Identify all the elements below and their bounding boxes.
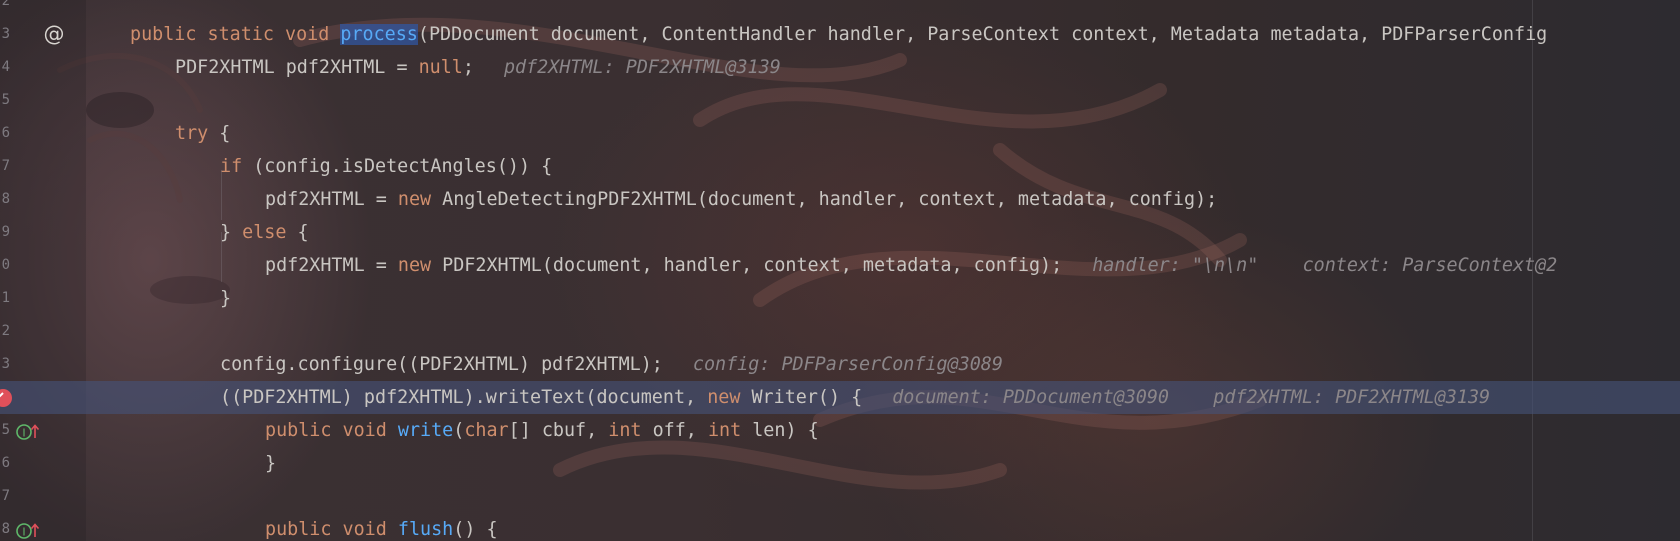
code-line[interactable]: 2 [0, 315, 1680, 348]
code-token: off, [641, 420, 708, 441]
code-token: () { [453, 519, 498, 540]
code-token: config.configure((PDF2XHTML) pdf2XHTML); [220, 354, 663, 375]
indent-guide [221, 232, 222, 282]
code-line[interactable]: 6 try { [0, 117, 1680, 150]
inline-debug-value-hint: document: PDDocument@3090 pdf2XHTML: PDF… [892, 387, 1491, 408]
keyword-token: int [608, 420, 642, 441]
keyword-token: new [397, 189, 432, 210]
code-token: (PDDocument document, ContentHandler han… [417, 24, 1548, 45]
svg-text:I: I [22, 427, 25, 440]
keyword-token: new [397, 255, 432, 276]
current-execution-line[interactable]: ((PDF2XHTML) pdf2XHTML).writeText(docume… [0, 381, 1680, 414]
code-text[interactable]: } else { [220, 216, 309, 249]
keyword-token: null [418, 57, 463, 78]
code-token: pdf2XHTML = [265, 189, 398, 210]
code-editor[interactable]: 2 3 @ public static void process(PDDocument… [0, 0, 1680, 541]
code-token: } [265, 453, 277, 474]
code-token: (config.isDetectAngles()) { [242, 156, 553, 177]
line-number[interactable]: 2 [0, 315, 10, 348]
line-number[interactable]: 3 [0, 18, 10, 51]
line-number[interactable]: 3 [0, 348, 10, 381]
code-text[interactable]: pdf2XHTML = new AngleDetectingPDF2XHTML(… [265, 183, 1217, 216]
keyword-token: int [707, 420, 742, 441]
keyword-token: char [464, 420, 509, 441]
keyword-token: public void [265, 420, 398, 441]
code-token: ; [462, 57, 474, 78]
keyword-token: if [220, 156, 243, 177]
code-text[interactable]: } [220, 282, 231, 315]
code-line[interactable]: 5 [0, 84, 1680, 117]
inline-debug-value-hint: pdf2XHTML: PDF2XHTML@3139 [503, 57, 781, 78]
implements-icon[interactable]: I [16, 521, 40, 539]
keyword-token: else [242, 222, 287, 243]
line-number[interactable]: 7 [0, 150, 10, 183]
code-text[interactable]: } [265, 447, 276, 480]
code-token: AngleDetectingPDF2XHTML(document, handle… [431, 189, 1218, 210]
code-token: } [220, 288, 232, 309]
code-token: ( [453, 420, 465, 441]
code-line[interactable]: 1} [0, 282, 1680, 315]
code-token: PDF2XHTML pdf2XHTML = [175, 57, 419, 78]
inline-debug-value-hint: handler: "\n\n" context: ParseContext@2 [1092, 255, 1558, 276]
line-number[interactable]: 8 [0, 513, 10, 541]
code-line[interactable]: 4 PDF2XHTML pdf2XHTML = null; pdf2XHTML: P… [0, 51, 1680, 84]
code-line[interactable]: 0 pdf2XHTML = new PDF2XHTML(document, han… [0, 249, 1680, 282]
code-line[interactable]: 6} [0, 447, 1680, 480]
line-number[interactable]: 5 [0, 84, 10, 117]
selected-method-name: process [340, 24, 418, 45]
code-text[interactable]: public void write(char[] cbuf, int off, … [265, 414, 819, 447]
line-number[interactable]: 7 [0, 480, 10, 513]
keyword-token: public static void [130, 24, 341, 45]
implements-icon[interactable]: I [16, 422, 40, 440]
code-token: ((PDF2XHTML) pdf2XHTML).writeText(docume… [220, 387, 708, 408]
method-name-token: flush [397, 519, 454, 540]
breakpoint-check-icon[interactable] [0, 389, 12, 407]
code-line[interactable]: 2 [0, 0, 1680, 18]
code-token: { [208, 123, 231, 144]
line-number[interactable]: 8 [0, 183, 10, 216]
code-line[interactable]: 3 @ public static void process(PDDocument … [0, 18, 1680, 51]
code-line[interactable]: 7 [0, 480, 1680, 513]
line-number[interactable]: 2 [0, 0, 10, 18]
keyword-token: try [175, 123, 209, 144]
code-token: [] cbuf, [508, 420, 609, 441]
code-line[interactable]: 8 Ipublic void flush() { [0, 513, 1680, 541]
line-number[interactable]: 9 [0, 216, 10, 249]
code-token: Writer() { [740, 387, 863, 408]
keyword-token: new [707, 387, 741, 408]
code-line[interactable]: 9} else { [0, 216, 1680, 249]
code-token: { [286, 222, 309, 243]
code-token: pdf2XHTML = [265, 255, 398, 276]
code-token: } [220, 222, 243, 243]
line-number[interactable]: 6 [0, 117, 10, 150]
line-number[interactable]: 4 [0, 51, 10, 84]
keyword-token: public void [265, 519, 398, 540]
code-token: PDF2XHTML(document, handler, context, me… [431, 255, 1063, 276]
at-annotation-icon[interactable]: @ [42, 22, 66, 46]
code-text[interactable]: public static void process(PDDocument do… [130, 18, 1547, 51]
line-number[interactable]: 1 [0, 282, 10, 315]
code-text[interactable]: config.configure((PDF2XHTML) pdf2XHTML);… [220, 348, 1003, 381]
indent-guide [221, 170, 222, 220]
code-text[interactable]: public void flush() { [265, 513, 498, 541]
code-text[interactable]: try { [175, 117, 230, 150]
line-number[interactable]: 6 [0, 447, 10, 480]
line-number[interactable]: 0 [0, 249, 10, 282]
line-number[interactable]: 5 [0, 414, 10, 447]
code-line[interactable]: 5 Ipublic void write(char[] cbuf, int off… [0, 414, 1680, 447]
method-name-token: write [397, 420, 454, 441]
code-line[interactable]: 7 if (config.isDetectAngles()) { [0, 150, 1680, 183]
code-line[interactable]: 3 config.configure((PDF2XHTML) pdf2XHTML)… [0, 348, 1680, 381]
code-token: len) { [741, 420, 819, 441]
svg-text:I: I [22, 526, 25, 539]
code-line[interactable]: 8 pdf2XHTML = new AngleDetectingPDF2XHTML… [0, 183, 1680, 216]
inline-debug-value-hint: config: PDFParserConfig@3089 [692, 354, 1003, 375]
code-text[interactable]: if (config.isDetectAngles()) { [220, 150, 552, 183]
code-text[interactable]: PDF2XHTML pdf2XHTML = null; pdf2XHTML: PD… [175, 51, 781, 84]
code-text[interactable]: ((PDF2XHTML) pdf2XHTML).writeText(docume… [220, 381, 1490, 414]
code-text[interactable]: pdf2XHTML = new PDF2XHTML(document, hand… [265, 249, 1557, 282]
